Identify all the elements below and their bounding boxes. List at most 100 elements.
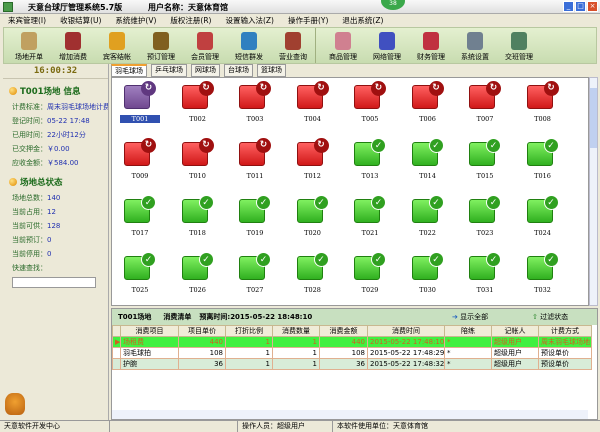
court-tile[interactable]: ✓ T031 [465, 252, 505, 294]
quick-search-input[interactable] [12, 277, 96, 288]
court-tile[interactable]: ✓ T022 [408, 195, 448, 237]
court-tile[interactable]: ✓ T016 [523, 138, 563, 180]
menu-item[interactable]: 设置输入法(Z) [225, 14, 274, 27]
table-cell: 周末羽毛球场地 [538, 336, 592, 348]
status-badge-icon: ✓ [486, 252, 501, 267]
court-tile[interactable]: ✓ T029 [350, 252, 390, 294]
reg-time-row: 登记时间：05-22 17:48 [12, 117, 90, 125]
court-tile[interactable]: ✓ T018 [178, 195, 218, 237]
court-tile[interactable]: ✓ T014 [408, 138, 448, 180]
court-label: T019 [246, 229, 264, 237]
tab-court-type[interactable]: 乒乓球场 [151, 64, 187, 77]
court-tile[interactable]: ✓ T025 [120, 252, 160, 294]
toolbar-label: 财务管理 [417, 53, 445, 61]
horizontal-scrollbar[interactable] [112, 410, 588, 419]
court-label: T007 [476, 115, 494, 123]
court-tile[interactable]: ↻ T004 [293, 81, 333, 123]
filter-status-button[interactable]: ⇧ 过滤状态 [532, 312, 568, 322]
tab-court-type[interactable]: 篮球场 [257, 64, 286, 77]
notification-badge[interactable]: 38 [381, 0, 405, 10]
column-header[interactable]: 陪练 [444, 325, 492, 337]
toolbar-button-1[interactable]: 商品管理 [321, 28, 365, 64]
grid-scrollbar[interactable] [589, 77, 598, 306]
court-tile[interactable]: ↻ T009 [120, 138, 160, 180]
court-tile[interactable]: ↻ T005 [350, 81, 390, 123]
court-tile[interactable]: ✓ T026 [178, 252, 218, 294]
table-cell: 108 [178, 347, 226, 359]
court-tile[interactable]: ✓ T013 [350, 138, 390, 180]
court-tile[interactable]: ↻ T008 [523, 81, 563, 123]
toolbar-button-7[interactable]: 营业查询 [271, 28, 315, 64]
menu-item[interactable]: 收银结算(U) [60, 14, 101, 27]
table-cell: 预设单价 [538, 347, 592, 359]
court-tile[interactable]: ✓ T020 [293, 195, 333, 237]
court-tile[interactable]: ↻ T011 [235, 138, 275, 180]
row-indicator [112, 347, 121, 359]
status-badge-icon: ↻ [543, 81, 559, 96]
menu-item[interactable]: 系统维护(V) [115, 14, 156, 27]
court-type-tabs: 羽毛球场 乒乓球场 网球场 台球场 篮球场 [111, 64, 286, 77]
court-tile[interactable]: ✓ T028 [293, 252, 333, 294]
court-tile[interactable]: ✓ T015 [465, 138, 505, 180]
toolbar-button-2[interactable]: 增加消费 [51, 28, 95, 64]
court-tile[interactable]: ✓ T023 [465, 195, 505, 237]
column-header[interactable]: 消费时间 [367, 325, 445, 337]
column-header[interactable]: 项目单价 [178, 325, 226, 337]
court-tile[interactable]: ✓ T030 [408, 252, 448, 294]
court-tile[interactable]: ↻ T006 [408, 81, 448, 123]
court-tile[interactable]: ↻ T010 [178, 138, 218, 180]
toolbar-button-5[interactable]: 会员管理 [183, 28, 227, 64]
toolbar-button-6[interactable]: 短信群发 [227, 28, 271, 64]
tab-court-type[interactable]: 网球场 [191, 64, 220, 77]
close-button[interactable]: × [587, 1, 598, 12]
column-header[interactable]: 记帐人 [491, 325, 539, 337]
toolbar-button-3[interactable]: 宾客结帐 [95, 28, 139, 64]
status-badge-icon: ✓ [141, 252, 156, 267]
court-label: T010 [189, 172, 206, 180]
table-row[interactable]: 护腕 36 1 1 36 2015-05-22 17:48:32 * 超级用户 预设单价 [112, 358, 592, 370]
court-tile[interactable]: ✓ T027 [235, 252, 275, 294]
table-row[interactable]: ▶ 场租费 440 1 1 440 2015-05-22 17:48:10 * 超级用户 周末羽毛… [112, 336, 592, 348]
minimize-button[interactable]: _ [563, 1, 574, 12]
column-header[interactable]: 消费金额 [319, 325, 368, 337]
toolbar-button-4[interactable]: 预订管理 [139, 28, 183, 64]
court-available-icon: ✓ [296, 252, 329, 280]
tab-court-type[interactable]: 羽毛球场 [111, 64, 147, 77]
toolbar-button-4[interactable]: 系统设置 [453, 28, 497, 64]
toolbar-button-3[interactable]: 财务管理 [409, 28, 453, 64]
table-row[interactable]: 羽毛球拍 108 1 1 108 2015-05-22 17:48:29 * 超级用户 预设单价 [112, 347, 592, 359]
toolbar-button-2[interactable]: 网络管理 [365, 28, 409, 64]
column-header[interactable]: 打折比例 [225, 325, 273, 337]
court-available-icon: ✓ [354, 252, 386, 280]
tab-court-type[interactable]: 台球场 [224, 64, 253, 77]
court-tile[interactable]: ↻ T007 [465, 81, 505, 123]
court-label: T020 [304, 229, 321, 237]
court-label: T032 [534, 286, 551, 294]
court-tile[interactable]: ✓ T017 [120, 195, 160, 237]
maximize-button[interactable]: □ [575, 1, 586, 12]
menu-item[interactable]: 退出系统(Z) [342, 14, 383, 27]
status-badge-icon: ✓ [428, 138, 444, 153]
toolbar-button-5[interactable]: 交班管理 [497, 28, 541, 64]
column-header[interactable]: 消费项目 [120, 325, 179, 337]
court-tile[interactable]: ↻ T002 [178, 81, 218, 123]
court-tile[interactable]: ✓ T032 [523, 252, 563, 294]
column-header[interactable]: 消费数量 [272, 325, 320, 337]
menu-item[interactable]: 版权注册(R) [170, 14, 211, 27]
court-tile[interactable]: ↻ T003 [235, 81, 275, 123]
menu-item[interactable]: 来宾管理(I) [8, 14, 46, 27]
court-tile[interactable]: ↻ T001 [120, 81, 160, 123]
toolbar-button-1[interactable]: 场地开单 [7, 28, 51, 64]
status-badge-icon: ↻ [141, 81, 156, 96]
court-label: T026 [189, 286, 206, 294]
court-tile[interactable]: ✓ T024 [523, 195, 563, 237]
status-badge-icon: ✓ [543, 252, 559, 267]
court-tile[interactable]: ↻ T012 [293, 138, 333, 180]
menu-item[interactable]: 操作手册(Y) [288, 14, 328, 27]
court-tile[interactable]: ✓ T019 [235, 195, 275, 237]
status-badge-icon: ✓ [428, 252, 444, 267]
court-tile[interactable]: ✓ T021 [350, 195, 390, 237]
show-all-button[interactable]: ➔ 显示全部 [452, 312, 488, 322]
column-header[interactable]: 计费方式 [538, 325, 592, 337]
table-cell: * [444, 347, 492, 359]
